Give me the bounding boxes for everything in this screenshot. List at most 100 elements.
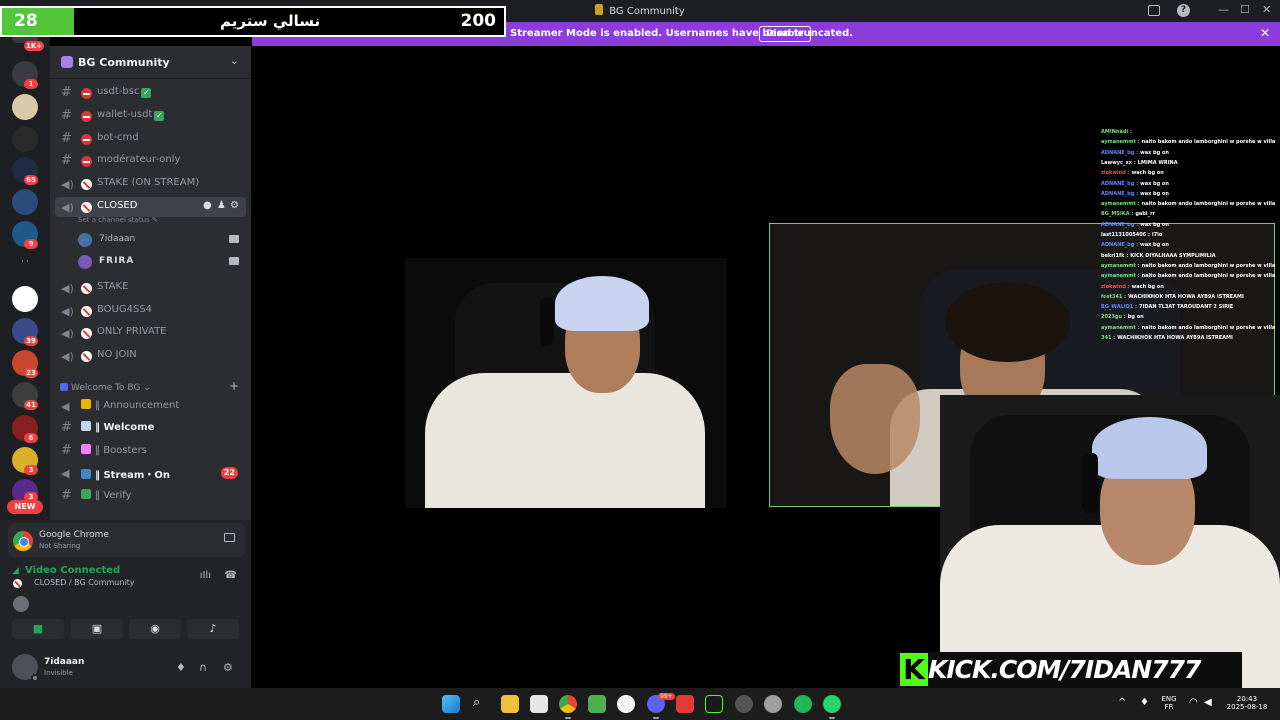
maximize-button[interactable]: ☐ — [1240, 3, 1250, 16]
disable-streamer-mode-button[interactable]: Disable — [759, 26, 811, 42]
spotify-icon[interactable] — [794, 695, 812, 713]
server-icon[interactable] — [12, 126, 38, 152]
speaker-icon: ◀) — [61, 201, 74, 214]
search-icon[interactable]: ⌕ — [473, 695, 480, 710]
video-tile-left[interactable] — [405, 258, 727, 508]
chat-text: wach bg on — [1131, 283, 1164, 290]
language-indicator[interactable]: ENG FR — [1158, 695, 1180, 711]
chat-message: fost341 : WACHIKHOK HTA HOWA AYB9A ISTREA… — [1101, 294, 1244, 300]
activities-button[interactable]: ◉ — [129, 619, 181, 639]
guild-header[interactable]: BG Community ⌄ — [50, 46, 251, 79]
channel-boosters[interactable]: # ‖ Boosters — [55, 441, 246, 461]
chat-username: 341 : — [1101, 335, 1116, 341]
voice-user[interactable]: 7idaaan — [78, 231, 243, 249]
gear-icon[interactable]: ⚙ — [223, 661, 233, 674]
inbox-icon[interactable] — [1148, 5, 1160, 16]
overlay-right-number: 200 — [460, 11, 497, 31]
chat-text: naito bakom ando lamborghini w porshe w … — [1141, 201, 1276, 208]
overlay-left-number: 28 — [2, 8, 74, 35]
close-window-button[interactable]: ✕ — [1262, 3, 1271, 16]
channel-status-hint[interactable]: Set a channel status ✎ — [78, 216, 158, 224]
voice-channel-boug4ss4[interactable]: ◀) BOUG4SS4 — [55, 301, 246, 321]
screen-share-icon[interactable] — [224, 533, 235, 542]
microphone-icon[interactable]: ♦ — [1140, 697, 1149, 708]
channel-name: NO JOIN — [97, 349, 137, 360]
voice-channel-no-join[interactable]: ◀) NO JOIN — [55, 346, 246, 366]
windows-start-icon[interactable] — [442, 695, 460, 713]
channel-welcome[interactable]: # ‖ Welcome — [55, 418, 246, 438]
megaphone-icon: ◀ — [61, 400, 70, 413]
overlay-arabic-text: نسالي ستريم — [220, 12, 321, 30]
banner-close-icon[interactable]: ✕ — [1260, 26, 1270, 40]
active-indicator — [829, 717, 835, 719]
obs-icon[interactable] — [617, 695, 635, 713]
chat-username: last1131005406 : — [1101, 232, 1150, 238]
avatar — [78, 233, 92, 247]
voice-user[interactable]: FRIRA — [78, 253, 243, 271]
voice-channel-stake[interactable]: ◀) STAKE — [55, 278, 246, 298]
disconnect-icon[interactable]: ☎ — [225, 570, 237, 581]
chat-text: gabi_rr — [1135, 211, 1156, 218]
chevron-down-icon[interactable]: ⌄ — [230, 54, 239, 67]
server-badge: 65 — [24, 175, 38, 185]
chat-message: aymanemmt : naito bakom ando lamborghini … — [1101, 201, 1275, 207]
new-servers-pill[interactable]: NEW — [7, 500, 43, 514]
volume-icon[interactable]: ◀ — [1204, 697, 1212, 708]
kick-app-icon[interactable] — [705, 695, 723, 713]
channel-wallet-usdt[interactable]: # wallet-usdt ✓ — [55, 106, 246, 126]
server-icon[interactable] — [12, 189, 38, 215]
signal-icon[interactable]: ◢ — [12, 566, 19, 576]
wifi-icon[interactable]: ◠ — [1189, 697, 1198, 708]
user-bar: 7idaaan Invisible ♦ ∩ ⚙ — [0, 648, 251, 688]
avatar — [13, 596, 29, 612]
app-icon[interactable] — [588, 695, 606, 713]
voice-connection-channel[interactable]: CLOSED / BG Community — [34, 578, 135, 587]
chat-text: wax bg on — [1140, 242, 1169, 249]
invite-icon[interactable]: ♟ — [217, 200, 226, 211]
voice-channel-closed[interactable]: ◀) CLOSED ● ♟ ⚙ — [55, 197, 246, 217]
chrome-icon[interactable] — [559, 695, 577, 713]
channel-announcement[interactable]: ◀ ‖ Announcement — [55, 396, 246, 416]
minimize-button[interactable]: — — [1218, 3, 1229, 16]
hash-icon: # — [61, 131, 72, 146]
chat-message: AMINnadi : — [1101, 129, 1134, 135]
microphone-icon[interactable]: ♦ — [176, 661, 186, 674]
channel-moderateur-only[interactable]: # modérateur-only — [55, 151, 246, 171]
soundboard-button[interactable]: ♪ — [187, 619, 239, 639]
share-screen-button[interactable]: ▣ — [71, 619, 123, 639]
notification-badge: 99+ — [658, 693, 675, 700]
channel-bot-cmd[interactable]: # bot-cmd — [55, 129, 246, 149]
app-icon[interactable] — [676, 695, 694, 713]
server-icon[interactable]: ˙˙ — [12, 253, 38, 279]
check-icon: ✓ — [154, 111, 165, 121]
channel-name: modérateur-only — [97, 154, 181, 165]
channel-usdt-bsc[interactable]: # usdt-bsc ✓ — [55, 83, 246, 103]
channel-verify[interactable]: # ‖ Verify — [55, 486, 246, 506]
file-explorer-icon[interactable] — [501, 695, 519, 713]
server-icon[interactable] — [12, 94, 38, 120]
store-icon[interactable] — [530, 695, 548, 713]
chat-message: BG_WALID1 :7IDAN TL3AT TAROUDANT 2 SIRIE — [1101, 304, 1233, 310]
screen-share-card[interactable]: Google Chrome Not Sharing — [8, 523, 245, 557]
chat-username: ADNANE_bg : — [1101, 242, 1139, 249]
whatsapp-icon[interactable] — [823, 695, 841, 713]
noise-suppression-icon[interactable]: ıIlı — [200, 570, 211, 581]
settings-icon[interactable] — [764, 695, 782, 713]
voice-channel-only-private[interactable]: ◀) ONLY PRIVATE — [55, 323, 246, 343]
chat-icon[interactable]: ● — [203, 200, 212, 211]
camera-button[interactable]: ■ — [12, 619, 64, 639]
category-welcome-to-bg[interactable]: Welcome To BG ⌄ — [60, 383, 151, 393]
help-icon[interactable]: ? — [1177, 4, 1190, 17]
chevron-up-icon[interactable]: ^ — [1118, 697, 1126, 708]
mention-badge: 22 — [220, 467, 238, 479]
server-icon[interactable] — [12, 286, 38, 312]
hat — [555, 276, 649, 331]
voice-channel-stake-on-stream[interactable]: ◀) STAKE (ON STREAM) — [55, 174, 246, 194]
add-channel-icon[interactable]: + — [229, 379, 239, 393]
voice-user-name: 7idaaan — [99, 234, 136, 244]
channel-stream-on[interactable]: ◀ ‖ Stream・On 22 — [55, 463, 246, 483]
headphones-icon[interactable]: ∩ — [199, 661, 207, 674]
app-icon[interactable] — [735, 695, 753, 713]
gear-icon[interactable]: ⚙ — [230, 200, 239, 211]
clock[interactable]: 20:43 2025-08-18 — [1224, 695, 1270, 711]
